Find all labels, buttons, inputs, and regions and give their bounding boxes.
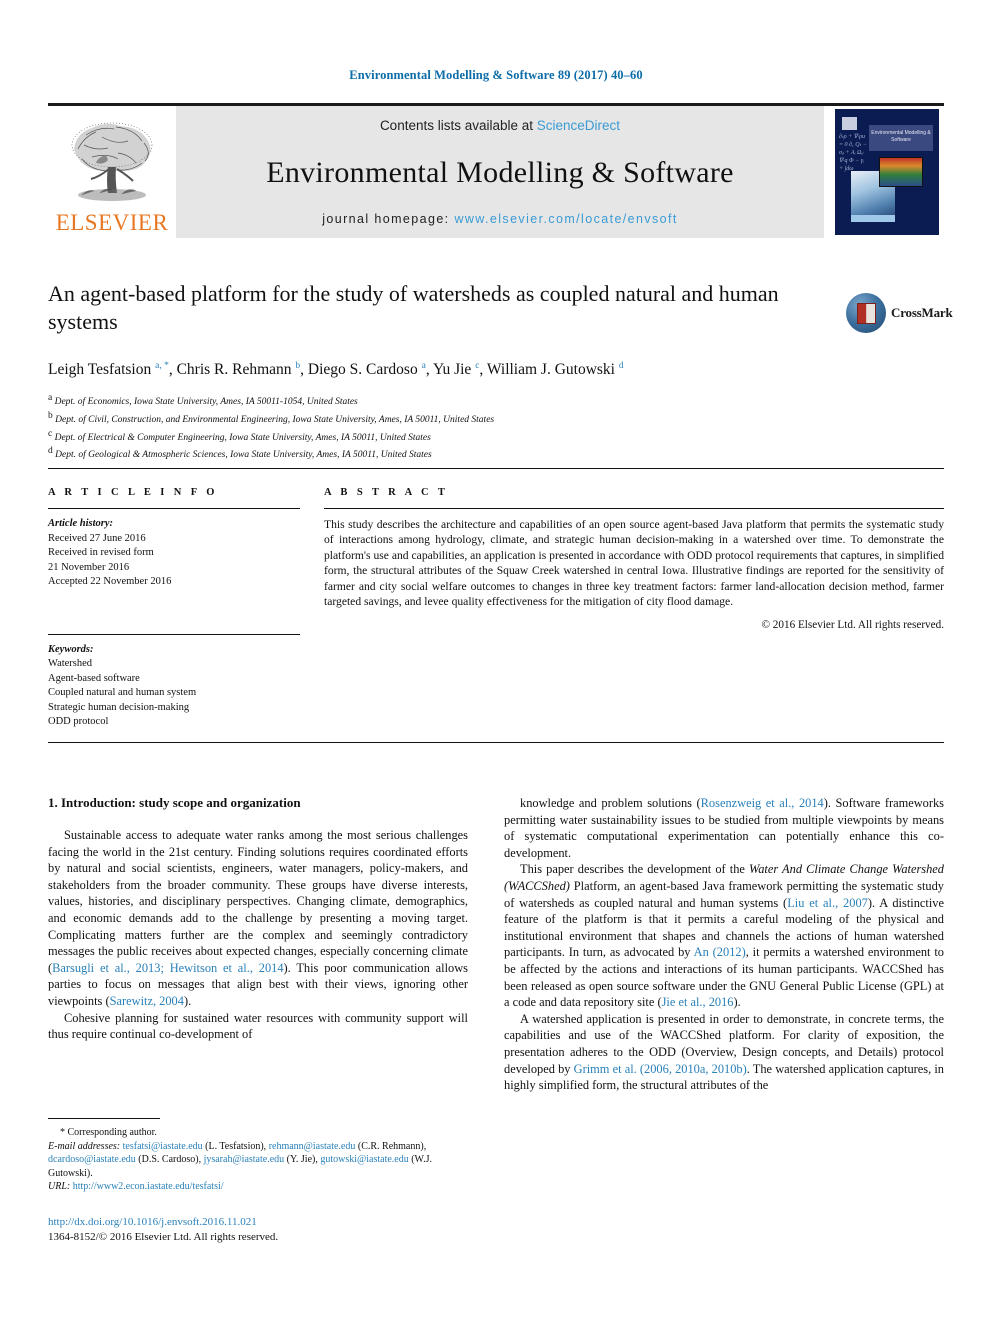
elsevier-wordmark: ELSEVIER [55,210,169,235]
journal-homepage-line: journal homepage: www.elsevier.com/locat… [322,212,678,226]
crossmark-label: CrossMark [891,305,953,320]
journal-cover-thumbnail: ∂ₜρ + ∇·ρu = 0 ∂ₓ Qₜ − σᵢⱼ + Aᵢ Ωᵢⱼ ∇·q … [824,106,944,238]
body-column-left: 1. Introduction: study scope and organiz… [48,795,468,1043]
article-history-line: Received 27 June 2016 [48,532,146,544]
keyword-item: Strategic human decision-making [48,701,190,713]
affiliation-mark: c [48,428,53,439]
article-history-line: Accepted 22 November 2016 [48,576,172,587]
keywords-label: Keywords: [48,643,94,655]
title-block: An agent-based platform for the study of… [48,280,828,463]
author-list: Leigh Tesfatsion a, *, Chris R. Rehmann … [48,361,624,379]
issn-copyright-line: 1364-8152/© 2016 Elsevier Ltd. All right… [48,1231,279,1243]
affiliation-text: Dept. of Economics, Iowa State Universit… [54,397,358,408]
article-history-line: 21 November 2016 [48,561,130,573]
elsevier-logo: ELSEVIER [48,106,176,238]
page-title: An agent-based platform for the study of… [48,281,779,334]
paragraph: This paper describes the development of … [504,862,944,1010]
contents-prefix: Contents lists available at [379,118,537,133]
author-url-link[interactable]: http://www2.econ.iastate.edu/tesfatsi/ [73,1181,224,1192]
cover-model-image [879,157,923,187]
article-info-heading: A R T I C L E I N F O [48,487,218,498]
cover-elsevier-mark-icon [842,117,857,130]
paragraph: A watershed application is presented in … [504,1011,944,1093]
keywords-block: Keywords: Watershed Agent-based software… [48,633,300,730]
cover-image-strip [851,215,895,222]
keyword-item: Agent-based software [48,672,140,684]
elsevier-tree-icon [71,122,153,201]
affiliation-mark: b [48,410,53,421]
crossmark-icon [846,293,886,333]
crossmark-badge[interactable]: CrossMark [846,288,953,338]
keyword-item: Watershed [48,658,93,669]
abstract-text: This study describes the architecture an… [324,518,944,609]
article-history: Article history: Received 27 June 2016 R… [48,517,300,590]
affiliation-text: Dept. of Civil, Construction, and Enviro… [55,415,495,426]
doi-block: http://dx.doi.org/10.1016/j.envsoft.2016… [48,1215,468,1245]
abstract-column: A B S T R A C T This study describes the… [324,487,944,631]
doi-link[interactable]: http://dx.doi.org/10.1016/j.envsoft.2016… [48,1215,468,1230]
keywords-divider [48,633,300,635]
article-history-line: Received in revised form [48,547,154,558]
journal-title: Environmental Modelling & Software [266,155,734,189]
running-head: Environmental Modelling & Software 89 (2… [349,68,643,82]
affiliation-item: d Dept. of Geological & Atmospheric Scie… [48,445,828,463]
keyword-item: ODD protocol [48,716,109,727]
email-label: E-mail addresses: [48,1140,121,1152]
affiliation-item: a Dept. of Economics, Iowa State Univers… [48,392,828,410]
email-addresses-note: E-mail addresses: tesfatsi@iastate.edu (… [48,1140,468,1181]
abstract-divider [324,508,944,509]
affiliation-text: Dept. of Geological & Atmospheric Scienc… [55,450,432,461]
url-note: URL: http://www2.econ.iastate.edu/tesfat… [48,1180,468,1194]
homepage-prefix: journal homepage: [322,212,455,226]
affiliation-mark: d [48,446,53,457]
affiliation-item: b Dept. of Civil, Construction, and Envi… [48,410,828,428]
article-history-label: Article history: [48,518,114,529]
article-info-divider [48,508,300,509]
footnote-block: * Corresponding author. E-mail addresses… [48,1118,468,1194]
paragraph: Sustainable access to adequate water ran… [48,828,468,1008]
footnote-rule [48,1118,160,1119]
affiliation-list: a Dept. of Economics, Iowa State Univers… [48,392,828,463]
corresponding-author-note: * Corresponding author. [60,1127,157,1138]
journal-homepage-link[interactable]: www.elsevier.com/locate/envsoft [454,212,677,226]
affiliation-text: Dept. of Electrical & Computer Engineeri… [54,432,431,443]
url-label: URL: [48,1181,71,1193]
info-rule-top [48,468,944,469]
section-heading-introduction: 1. Introduction: study scope and organiz… [48,795,301,810]
sciencedirect-link[interactable]: ScienceDirect [537,118,620,133]
paragraph: Cohesive planning for sustained water re… [48,1010,468,1042]
abstract-heading: A B S T R A C T [324,487,449,498]
body-column-right: knowledge and problem solutions (Rosenzw… [504,795,944,1094]
article-info-column: A R T I C L E I N F O Article history: R… [48,487,300,730]
keyword-item: Coupled natural and human system [48,687,197,698]
abstract-copyright: © 2016 Elsevier Ltd. All rights reserved… [761,619,945,632]
affiliation-item: c Dept. of Electrical & Computer Enginee… [48,428,828,446]
journal-band: Contents lists available at ScienceDirec… [176,106,824,238]
info-rule-bottom [48,742,944,743]
journal-masthead: ELSEVIER Contents lists available at Sci… [48,103,944,238]
contents-line: Contents lists available at ScienceDirec… [380,118,620,133]
cover-title: Environmental Modelling & Software [869,125,933,151]
affiliation-mark: a [48,393,53,404]
paragraph: knowledge and problem solutions (Rosenzw… [504,796,944,860]
article-page: Environmental Modelling & Software 89 (2… [0,0,992,1323]
